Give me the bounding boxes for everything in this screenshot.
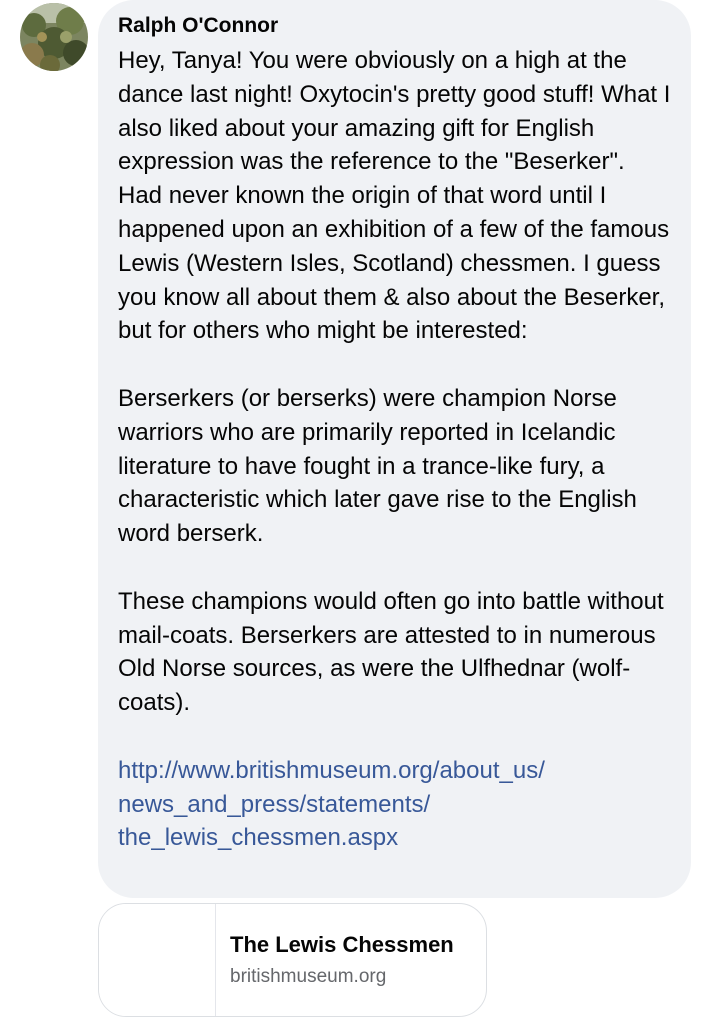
comment-paragraph: These champions would often go into batt… bbox=[118, 587, 664, 717]
link-line[interactable]: news_and_press/statements/ bbox=[118, 788, 675, 822]
link-preview-thumbnail[interactable] bbox=[99, 904, 216, 1016]
comment-author[interactable]: Ralph O'Connor bbox=[118, 12, 675, 40]
british-museum-link[interactable]: http://www.britishmuseum.org/about_us/ n… bbox=[118, 754, 675, 855]
link-preview-title[interactable]: The Lewis Chessmen bbox=[230, 932, 454, 958]
comment-text: Hey, Tanya! You were obviously on a high… bbox=[118, 44, 675, 855]
link-preview-domain: britishmuseum.org bbox=[230, 966, 387, 987]
link-line[interactable]: the_lewis_chessmen.aspx bbox=[118, 821, 675, 855]
comment-bubble: Ralph O'Connor Hey, Tanya! You were obvi… bbox=[98, 0, 691, 898]
comment-paragraph: Berserkers (or berserks) were champion N… bbox=[118, 384, 637, 548]
avatar[interactable] bbox=[20, 3, 88, 71]
profile-photo-icon bbox=[20, 3, 88, 71]
comment-paragraph: Hey, Tanya! You were obviously on a high… bbox=[118, 47, 671, 345]
link-preview-card[interactable]: The Lewis Chessmen britishmuseum.org bbox=[98, 903, 487, 1017]
link-line[interactable]: http://www.britishmuseum.org/about_us/ bbox=[118, 754, 675, 788]
